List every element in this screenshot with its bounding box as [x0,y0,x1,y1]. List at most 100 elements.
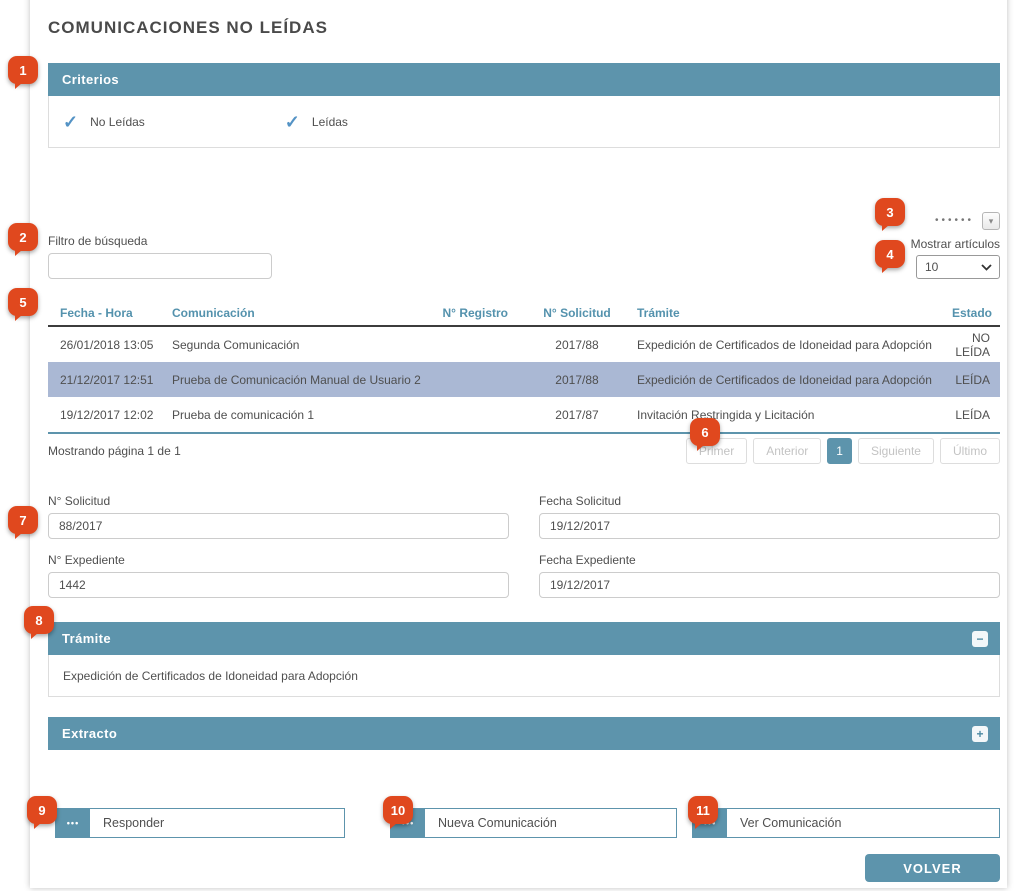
n-solicitud-label: N° Solicitud [48,494,509,508]
pagination-next-button[interactable]: Siguiente [858,438,934,464]
ver-comunicacion-button-label: Ver Comunicación [727,809,999,837]
cell-fecha: 21/12/2017 12:51 [60,373,172,387]
cell-comunicacion: Segunda Comunicación [172,338,432,352]
tramite-panel: Trámite − Expedición de Certificados de … [48,622,1000,697]
n-expediente-label: N° Expediente [48,553,509,567]
table-header-row: Fecha - Hora Comunicación N° Registro N°… [48,301,1000,327]
extracto-panel-title: Extracto [62,726,117,741]
nueva-comunicacion-button-label: Nueva Comunicación [425,809,676,837]
fecha-solicitud-label: Fecha Solicitud [539,494,1000,508]
annotation-badge-1: 1 [8,56,38,84]
annotation-badge-9: 9 [27,796,57,824]
communications-table: Fecha - Hora Comunicación N° Registro N°… [48,301,1000,434]
fecha-expediente-label: Fecha Expediente [539,553,1000,567]
column-options-dots-icon: •••••• [935,216,974,226]
field-fecha-solicitud: Fecha Solicitud [539,494,1000,539]
checkbox-no-leidas-label: No Leídas [90,115,145,129]
pagination-page-1-button[interactable]: 1 [827,438,852,464]
fecha-expediente-input[interactable] [539,572,1000,598]
column-header-registro[interactable]: N° Registro [432,306,522,320]
annotation-badge-7: 7 [8,506,38,534]
n-expediente-input[interactable] [48,572,509,598]
criterios-header: Criterios [48,63,1000,96]
volver-row: VOLVER [48,854,1000,891]
page: COMUNICACIONES NO LEÍDAS Criterios ✓ No … [0,0,1022,891]
field-n-solicitud: N° Solicitud [48,494,509,539]
annotation-badge-10: 10 [383,796,413,824]
page-size-value: 10 [925,260,938,274]
search-filter-input[interactable] [48,253,272,279]
cell-fecha: 26/01/2018 13:05 [60,338,172,352]
checkbox-leidas-label: Leídas [312,115,348,129]
criterios-section: Criterios ✓ No Leídas ✓ Leídas [48,63,1000,148]
n-solicitud-input[interactable] [48,513,509,539]
extracto-panel-header[interactable]: Extracto + [48,717,1000,750]
extracto-panel: Extracto + [48,717,1000,750]
pagination-last-button[interactable]: Último [940,438,1000,464]
tramite-panel-content: Expedición de Certificados de Idoneidad … [48,655,1000,697]
collapse-icon[interactable]: − [972,631,988,647]
column-header-comunicacion[interactable]: Comunicación [172,306,432,320]
status-badge: LEÍDA [952,408,990,422]
tramite-panel-title: Trámite [62,631,111,646]
field-n-expediente: N° Expediente [48,553,509,598]
ver-comunicacion-button[interactable]: ••• Ver Comunicación [692,808,1000,838]
select-chevron-icon [981,260,992,274]
filter-group: Filtro de búsqueda [48,234,272,279]
cell-comunicacion: Prueba de comunicación 1 [172,408,432,422]
table-footer: Mostrando página 1 de 1 Primer Anterior … [48,434,1000,468]
criterios-body: ✓ No Leídas ✓ Leídas [48,96,1000,148]
annotation-badge-5: 5 [8,288,38,316]
criterios-title: Criterios [62,72,119,87]
table-row[interactable]: 19/12/2017 12:02 Prueba de comunicación … [48,397,1000,432]
checkmark-icon: ✓ [285,113,300,131]
annotation-badge-6: 6 [690,418,720,446]
tramite-panel-header[interactable]: Trámite − [48,622,1000,655]
pagination-prev-button[interactable]: Anterior [753,438,821,464]
annotation-badge-3: 3 [875,198,905,226]
cell-comunicacion: Prueba de Comunicación Manual de Usuario… [172,373,432,387]
status-badge: NO LEÍDA [952,331,990,359]
cell-tramite: Expedición de Certificados de Idoneidad … [632,338,952,352]
page-size-select[interactable]: 10 [916,255,1000,279]
field-fecha-expediente: Fecha Expediente [539,553,1000,598]
right-controls: •••••• ▾ Mostrar artículos 10 [911,212,1000,279]
filter-label: Filtro de búsqueda [48,234,272,248]
list-controls: Filtro de búsqueda •••••• ▾ Mostrar artí… [48,212,1000,279]
cell-solicitud: 2017/88 [522,373,632,387]
page-size-label: Mostrar artículos [911,237,1000,251]
expand-icon[interactable]: + [972,726,988,742]
column-header-solicitud[interactable]: N° Solicitud [522,306,632,320]
checkbox-leidas[interactable]: ✓ Leídas [285,113,348,131]
pagination: Primer Anterior 1 Siguiente Último [686,438,1000,464]
column-header-fecha[interactable]: Fecha - Hora [60,306,172,320]
annotation-badge-4: 4 [875,240,905,268]
cell-tramite: Invitación Restringida y Licitación [632,408,952,422]
responder-button[interactable]: ••• Responder [55,808,345,838]
cell-tramite: Expedición de Certificados de Idoneidad … [632,373,952,387]
status-badge: LEÍDA [952,373,990,387]
paging-summary: Mostrando página 1 de 1 [48,444,181,458]
table-row[interactable]: 26/01/2018 13:05 Segunda Comunicación 20… [48,327,1000,362]
volver-button[interactable]: VOLVER [865,854,1000,882]
fecha-solicitud-input[interactable] [539,513,1000,539]
cell-solicitud: 2017/88 [522,338,632,352]
page-title: COMUNICACIONES NO LEÍDAS [48,18,1000,38]
checkmark-icon: ✓ [63,113,78,131]
nueva-comunicacion-button[interactable]: ••• Nueva Comunicación [390,808,677,838]
responder-button-label: Responder [90,809,344,837]
detail-form: N° Solicitud Fecha Solicitud N° Expedien… [48,494,1000,598]
column-header-tramite[interactable]: Trámite [632,306,952,320]
cell-fecha: 19/12/2017 12:02 [60,408,172,422]
main-panel: COMUNICACIONES NO LEÍDAS Criterios ✓ No … [30,0,1007,888]
table-row-selected[interactable]: 21/12/2017 12:51 Prueba de Comunicación … [48,362,1000,397]
column-header-estado[interactable]: Estado [952,306,992,320]
chevron-down-icon: ▾ [989,217,994,226]
annotation-badge-2: 2 [8,223,38,251]
checkbox-no-leidas[interactable]: ✓ No Leídas [63,113,145,131]
cell-solicitud: 2017/87 [522,408,632,422]
ellipsis-icon: ••• [56,809,90,837]
actions-row: ••• Responder ••• Nueva Comunicación •••… [48,808,1000,838]
column-options-dropdown-button[interactable]: ▾ [982,212,1000,230]
annotation-badge-11: 11 [688,796,718,824]
